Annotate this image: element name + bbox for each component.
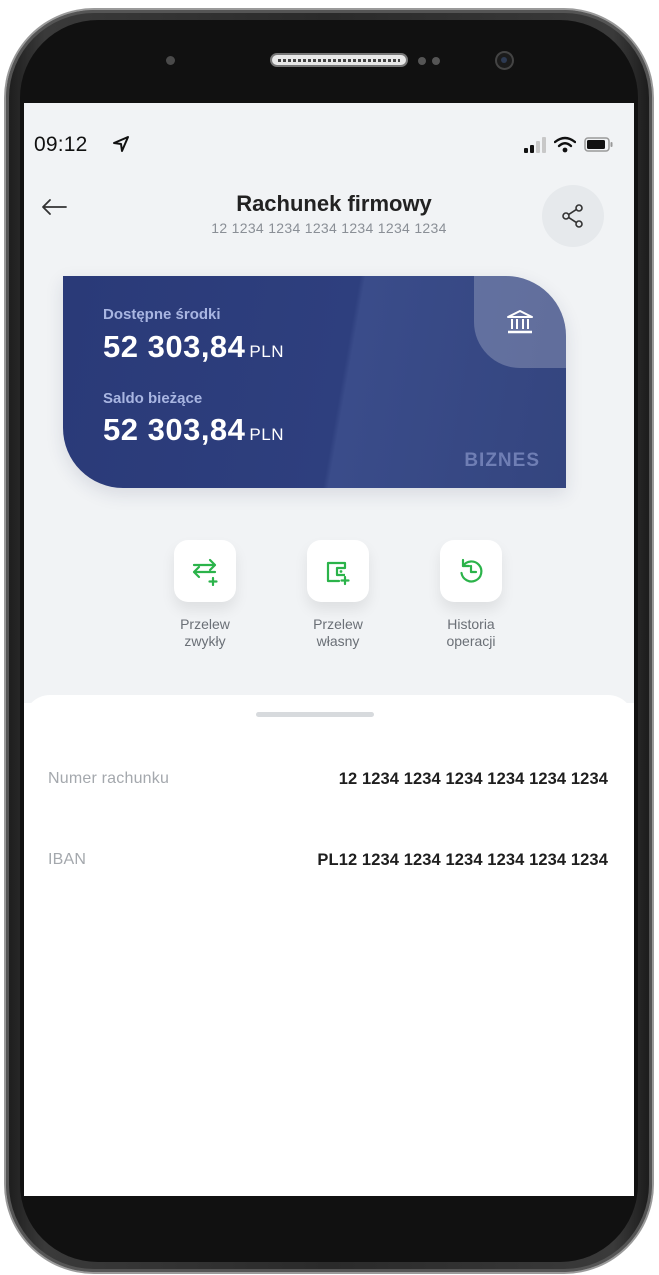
history-button[interactable] [440,540,502,602]
available-funds-label: Dostępne środki [103,306,221,323]
signal-icon [524,136,546,153]
wifi-icon [554,136,576,153]
account-details-sheet: Numer rachunku 12 1234 1234 1234 1234 12… [24,695,634,1196]
history-label: Historia operacji [446,616,496,649]
account-number-label: Numer rachunku [48,770,170,787]
action-standard-transfer[interactable]: Przelew zwykły [150,540,260,650]
status-icons [524,136,614,153]
current-balance-currency: PLN [249,425,284,444]
account-card[interactable]: Dostępne środki 52 303,84 PLN Saldo bieżą… [63,276,566,488]
iban-label: IBAN [48,851,87,868]
history-icon [460,558,483,583]
share-icon [562,204,583,228]
wallet-icon [326,561,350,586]
action-history[interactable]: Historia operacji [416,540,526,650]
available-funds-value: 52 303,84 [103,329,246,364]
current-balance-value: 52 303,84 [103,412,246,447]
card-corner-badge [474,276,566,368]
current-balance-amount: 52 303,84 PLN [103,412,284,448]
sheet-drag-handle[interactable] [256,712,374,717]
available-funds-amount: 52 303,84 PLN [103,329,284,365]
location-arrow-icon [113,136,129,152]
iban-value: PL12 1234 1234 1234 1234 1234 1234 [317,851,608,869]
app-screen: 09:12 Rachunek firmowy 12 1234 1234 1234… [24,103,634,1196]
standard-transfer-label: Przelew zwykły [180,616,230,649]
action-own-transfer[interactable]: Przelew własny [283,540,393,650]
standard-transfer-button[interactable] [174,540,236,602]
own-transfer-button[interactable] [307,540,369,602]
front-camera [497,53,512,68]
account-header-area: 09:12 Rachunek firmowy 12 1234 1234 1234… [24,103,634,703]
status-time: 09:12 [34,133,88,156]
bank-icon [507,310,533,334]
available-funds-currency: PLN [249,342,284,361]
proximity-sensor [166,56,175,65]
battery-icon [584,137,613,152]
phone-bottom-bezel [24,1196,634,1260]
own-transfer-label: Przelew własny [313,616,363,649]
earpiece-speaker [270,53,408,67]
sensor-dot [418,57,426,65]
share-button[interactable] [542,185,604,247]
account-number-value: 12 1234 1234 1234 1234 1234 1234 [338,770,608,788]
sensor-dot [432,57,440,65]
current-balance-label: Saldo bieżące [103,390,203,407]
card-brand-label: BIZNES [464,450,540,471]
transfer-arrows-icon [192,558,218,586]
